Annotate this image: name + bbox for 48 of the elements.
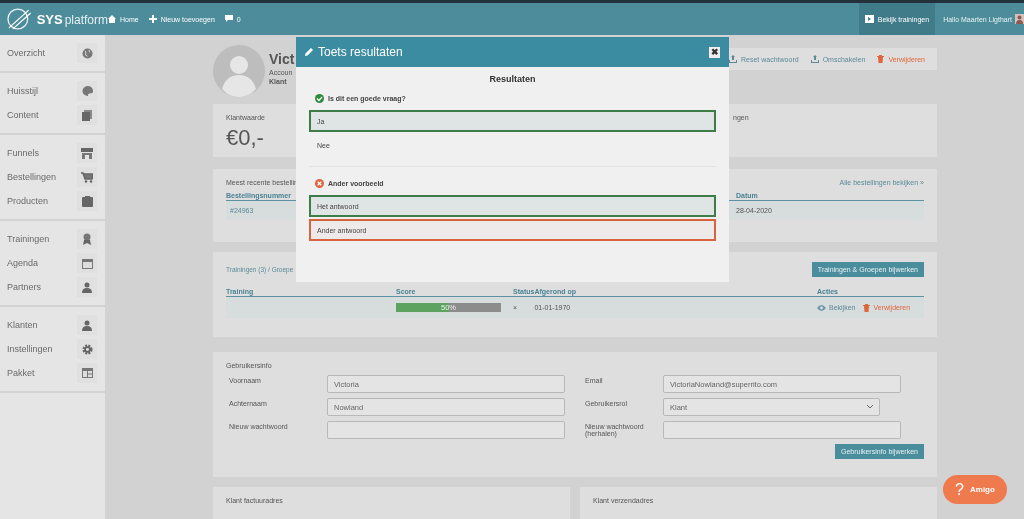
pencil-icon (305, 48, 313, 56)
avatar (213, 45, 265, 97)
sidebar-item[interactable]: Bestellingen (0, 165, 105, 189)
sidebar-item[interactable]: Funnels (0, 141, 105, 165)
input-field[interactable] (327, 421, 565, 439)
plus-icon (148, 15, 157, 23)
customer-name: Vict (269, 51, 295, 67)
sidebar-item[interactable]: Trainingen (0, 227, 105, 251)
sidebar-item[interactable]: Producten (0, 189, 105, 213)
share-icon (729, 55, 738, 63)
table-icon (81, 368, 93, 378)
home-icon (108, 15, 116, 23)
chevron-icon (867, 405, 873, 409)
stat-value: €0,- (226, 125, 264, 151)
sidebar-item[interactable]: Instellingen (0, 337, 105, 361)
person-icon (82, 281, 92, 293)
logo-text: SYS platform (36, 11, 108, 27)
trash-icon (863, 303, 871, 312)
gear-icon (81, 343, 93, 355)
palette-icon (81, 86, 93, 96)
sidebar-item[interactable]: Huisstijl (0, 79, 105, 103)
person-icon (82, 319, 92, 331)
help-icon[interactable]: ? (955, 480, 964, 499)
chat-icon (224, 15, 233, 23)
sidebar-item[interactable]: Overzicht (0, 41, 105, 65)
calendar-icon (81, 257, 93, 269)
avatar-icon[interactable] (1015, 14, 1024, 24)
video-icon (864, 15, 874, 23)
sidebar-item[interactable]: Content (0, 103, 105, 127)
close-button[interactable]: ✖ (709, 46, 720, 58)
share-icon (810, 55, 819, 63)
results-heading: Resultaten (488, 74, 537, 84)
sidebar-item[interactable]: Agenda (0, 251, 105, 275)
trash-icon (877, 55, 885, 63)
box-icon (81, 195, 93, 207)
shop-icon (81, 147, 93, 159)
sidebar-item[interactable]: Klanten (0, 313, 105, 337)
cart-icon (81, 171, 93, 183)
help-label[interactable]: Amigo (970, 485, 995, 494)
eye-icon (817, 304, 826, 311)
sidebar-item[interactable]: Partners (0, 275, 105, 299)
globe-icon (81, 47, 93, 59)
award-icon (82, 233, 92, 245)
sidebar-item[interactable]: Pakket (0, 361, 105, 385)
input-field[interactable] (663, 421, 901, 439)
logo-icon (4, 8, 34, 30)
document-icon (82, 109, 92, 121)
modal-title: Toets resultaten (318, 45, 403, 59)
